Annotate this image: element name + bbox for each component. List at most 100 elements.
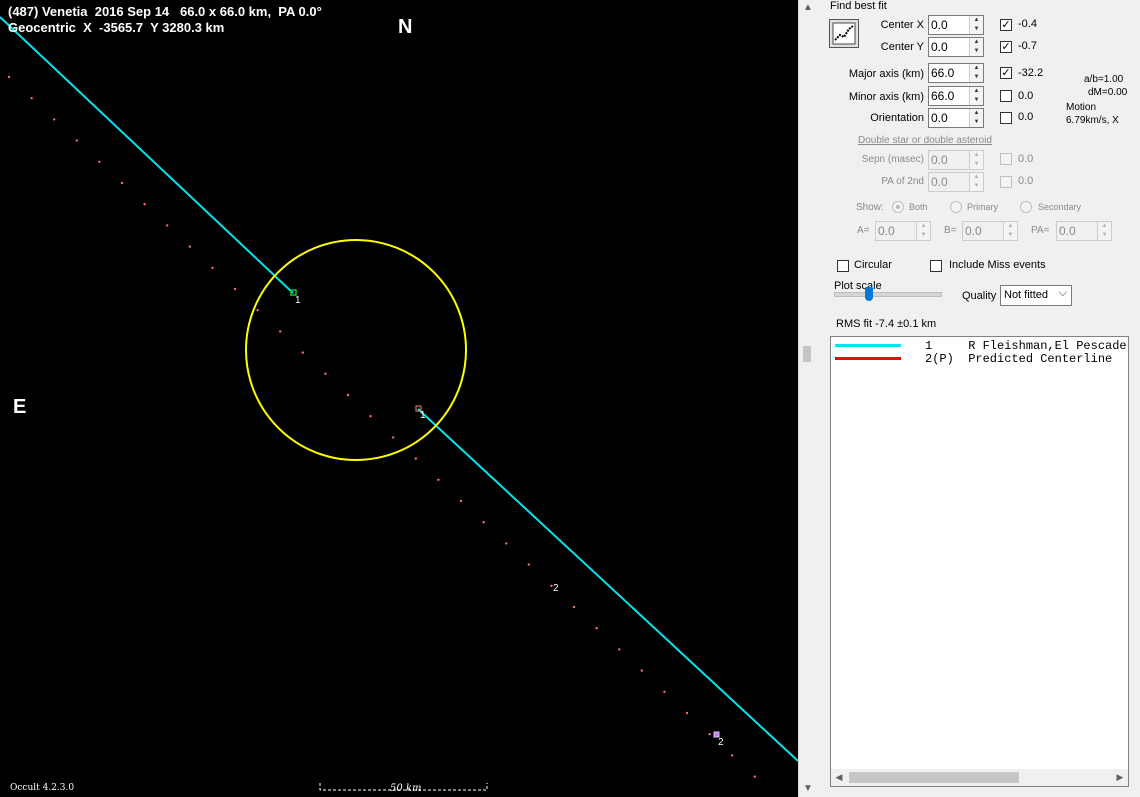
- find-best-fit-button[interactable]: [829, 19, 859, 48]
- minor-axis-checkbox[interactable]: [1000, 90, 1012, 102]
- fit-panel: Find best fit Center X 0.0 ▲ ▼ ✓ -0.4 Cent…: [820, 0, 1140, 797]
- minor-axis-label: Minor axis (km): [848, 91, 924, 103]
- b-input[interactable]: 0.0 ▲ ▼: [962, 221, 1018, 241]
- scrollbar-thumb[interactable]: [803, 346, 811, 362]
- minor-axis-result: 0.0: [1018, 90, 1034, 102]
- pa-input[interactable]: 0.0 ▲ ▼: [1056, 221, 1112, 241]
- circular-label: Circular: [854, 259, 892, 271]
- centerline-dot: [98, 160, 101, 163]
- orientation-label: Orientation: [870, 112, 924, 124]
- centerline-dot: [640, 669, 643, 672]
- scroll-up-icon[interactable]: ▲: [799, 0, 817, 16]
- show-primary-radio[interactable]: [950, 201, 962, 213]
- center-y-checkbox[interactable]: ✓: [1000, 41, 1012, 53]
- b-label: B=: [944, 225, 957, 236]
- pa-label: PA=: [1031, 225, 1050, 236]
- include-miss-label: Include Miss events: [949, 259, 1046, 271]
- legend-hscroll-thumb[interactable]: [849, 772, 1019, 783]
- scroll-right-icon[interactable]: ▶: [1112, 769, 1128, 786]
- panel-scrollbar[interactable]: ▲ ▼: [798, 0, 817, 797]
- scroll-down-icon[interactable]: ▼: [799, 781, 817, 797]
- centerline-dot: [572, 605, 576, 609]
- centerline-dot: [708, 733, 711, 736]
- chord-legend-list[interactable]: 1 R Fleishman,El Pescadero 2(P) Predicte…: [830, 336, 1129, 787]
- delta-mag: dM=0.00: [1088, 87, 1128, 98]
- centerline-dot: [143, 203, 146, 206]
- chord-1-disappear-segment: [0, 16, 294, 294]
- centerline-dot: [618, 648, 621, 651]
- major-axis-input[interactable]: 66.0 ▲ ▼: [928, 63, 984, 83]
- show-secondary-radio[interactable]: [1020, 201, 1032, 213]
- centerline-dot: [120, 181, 124, 185]
- show-both-radio[interactable]: [892, 201, 904, 213]
- centerline-dot: [392, 436, 395, 439]
- predicted-centerline-dots: [7, 75, 756, 778]
- centerline-dot: [685, 711, 689, 715]
- occultation-plot[interactable]: 1 1 2 2 (487) Venetia 2016 Sep 14 66.0 x…: [0, 0, 798, 797]
- quality-select[interactable]: Not fitted ⌵: [1000, 285, 1072, 306]
- show-primary-label: Primary: [967, 202, 998, 212]
- centerline-dot: [437, 478, 440, 481]
- circular-checkbox[interactable]: [837, 260, 849, 272]
- a-input[interactable]: 0.0 ▲ ▼: [875, 221, 931, 241]
- plot-scale-slider[interactable]: [834, 287, 942, 301]
- center-x-input[interactable]: 0.0 ▲ ▼: [928, 15, 984, 35]
- motion-label: Motion: [1066, 102, 1097, 113]
- axis-ratio: a/b=1.00: [1084, 74, 1124, 85]
- centerline-dot: [324, 372, 327, 375]
- center-y-input[interactable]: 0.0 ▲ ▼: [928, 37, 984, 57]
- find-best-fit-heading: Find best fit: [830, 0, 887, 12]
- major-axis-result: -32.2: [1018, 67, 1044, 79]
- pa-2nd-input[interactable]: 0.0 ▲ ▼: [928, 172, 984, 192]
- centerline-dot: [30, 97, 33, 100]
- show-both-label: Both: [909, 202, 928, 212]
- orientation-result: 0.0: [1018, 111, 1034, 123]
- north-label: N: [398, 16, 413, 38]
- sepn-input[interactable]: 0.0 ▲ ▼: [928, 150, 984, 170]
- centerline-dot: [256, 309, 259, 312]
- orientation-input[interactable]: 0.0 ▲ ▼: [928, 108, 984, 128]
- legend-swatch-2: [835, 357, 901, 360]
- centerline-dot: [482, 521, 485, 524]
- centerline-dot: [166, 224, 169, 227]
- major-axis-checkbox[interactable]: ✓: [1000, 67, 1012, 79]
- scroll-left-icon[interactable]: ◀: [831, 769, 847, 786]
- sepn-checkbox[interactable]: [1000, 153, 1012, 165]
- chart-fit-icon: [832, 22, 856, 45]
- center-y-label: Center Y: [880, 41, 924, 53]
- centerline-dot: [527, 563, 530, 566]
- centerline-dot: [7, 75, 11, 79]
- centerline-dot: [753, 775, 756, 778]
- plot-canvas: 1 1 2 2: [0, 16, 798, 791]
- centerline-dot: [595, 627, 598, 630]
- center-x-checkbox[interactable]: ✓: [1000, 19, 1012, 31]
- centerline-dot: [369, 415, 372, 418]
- centerline-dot: [731, 754, 734, 757]
- legend-row-1[interactable]: 1 R Fleishman,El Pescadero: [835, 339, 1128, 353]
- rms-fit: RMS fit -7.4 ±0.1 km: [836, 318, 937, 330]
- centerline-dot: [459, 499, 463, 503]
- legend-swatch-1: [835, 344, 901, 347]
- chord-label-2a: 2: [553, 583, 559, 594]
- plot-scale-thumb[interactable]: [865, 287, 873, 301]
- centerline-dot: [53, 118, 56, 121]
- centerline-dot: [188, 245, 191, 248]
- plot-scale-label: Plot scale: [834, 280, 882, 292]
- sepn-label: Sepn (masec): [861, 154, 924, 165]
- legend-row-2[interactable]: 2(P) Predicted Centerline: [835, 352, 1125, 366]
- minor-axis-input[interactable]: 66.0 ▲ ▼: [928, 86, 984, 106]
- centerline-dot: [279, 330, 282, 333]
- orientation-checkbox[interactable]: [1000, 112, 1012, 124]
- chevron-down-icon: ⌵: [1058, 287, 1067, 299]
- asteroid-outline: [245, 239, 467, 461]
- centerline-dot: [414, 457, 417, 460]
- include-miss-checkbox[interactable]: [930, 260, 942, 272]
- legend-text-1: 1 R Fleishman,El Pescadero: [925, 339, 1129, 353]
- chord-label-2b: 2: [718, 737, 724, 748]
- centerline-dot: [75, 139, 79, 142]
- center-y-result: -0.7: [1018, 40, 1037, 52]
- pa-2nd-checkbox[interactable]: [1000, 176, 1012, 188]
- pa-2nd-result: 0.0: [1018, 175, 1034, 187]
- sepn-result: 0.0: [1018, 153, 1034, 165]
- legend-hscrollbar[interactable]: ◀ ▶: [831, 769, 1128, 786]
